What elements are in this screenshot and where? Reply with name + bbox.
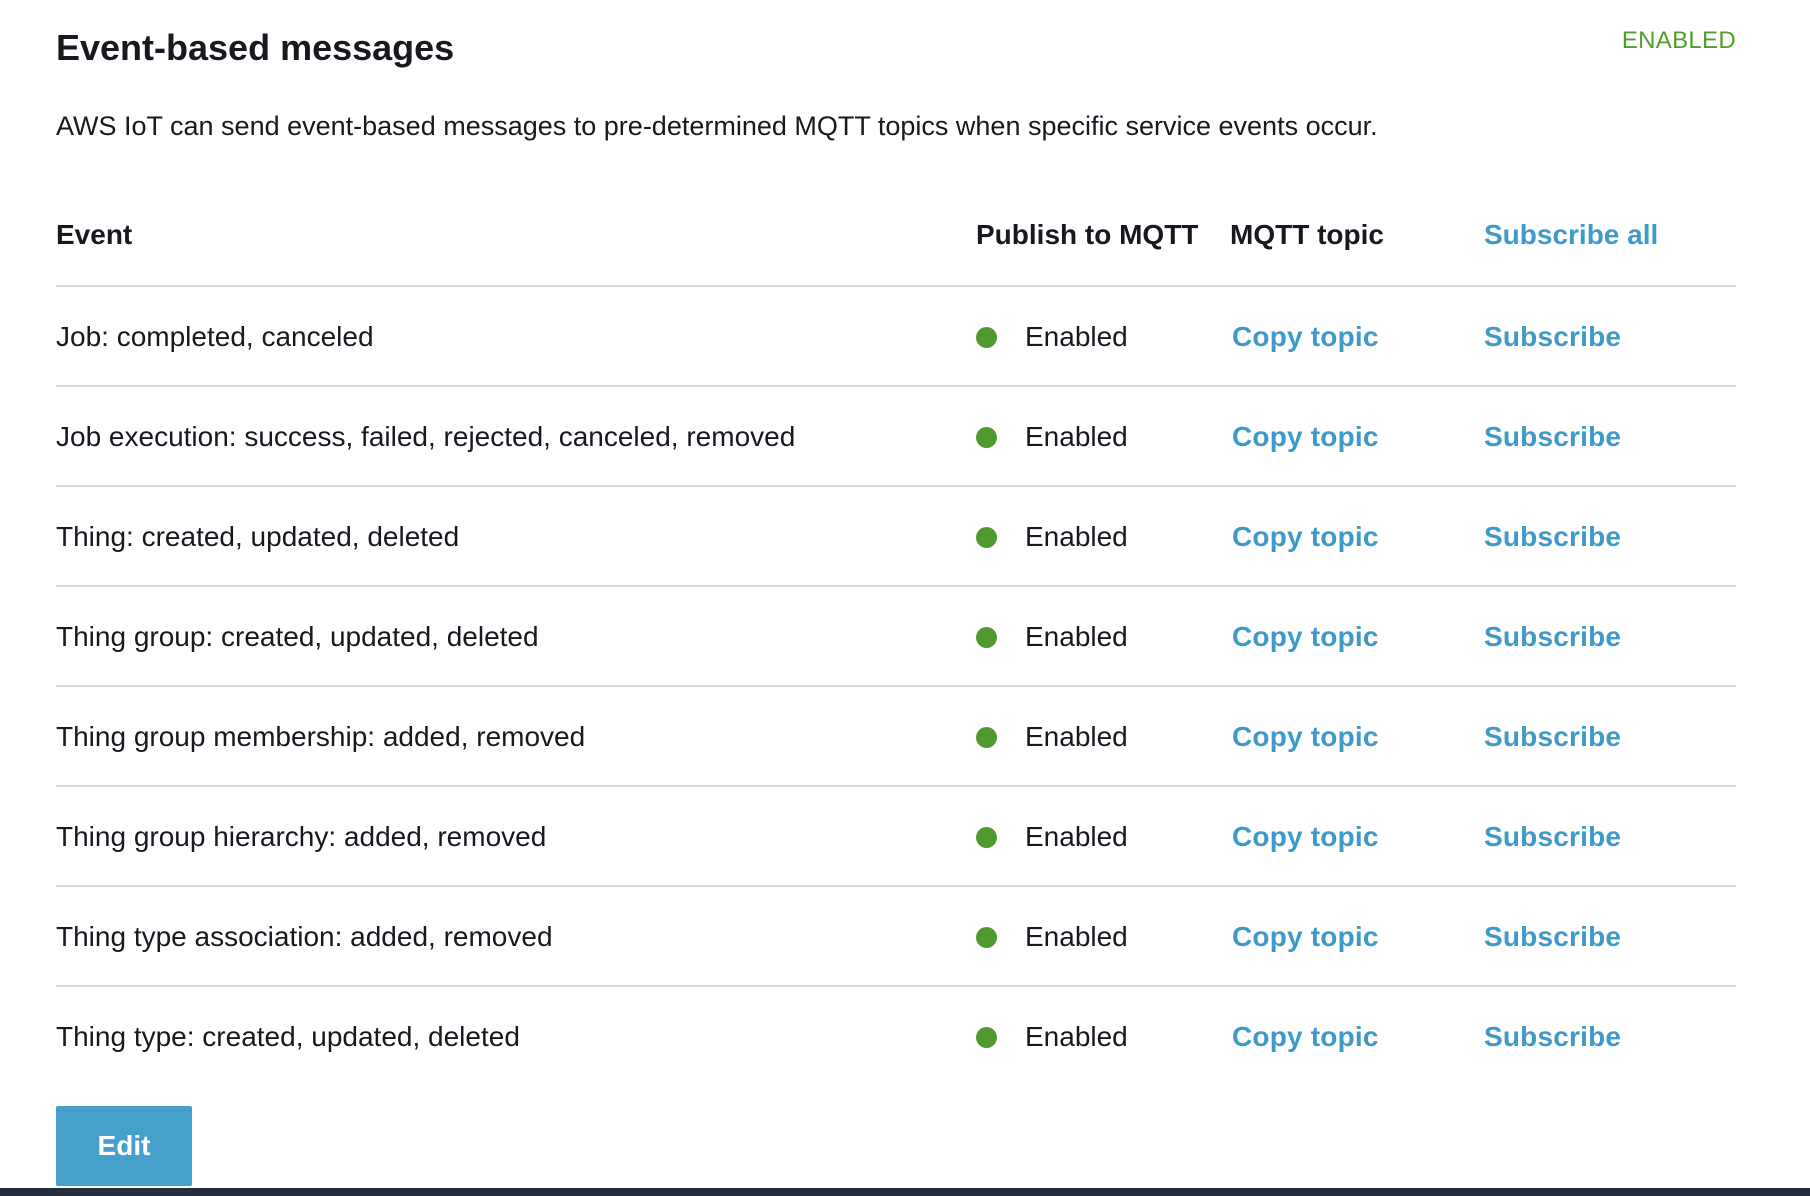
panel-description: AWS IoT can send event-based messages to…	[56, 111, 1378, 141]
event-name: Thing group membership: added, removed	[56, 721, 586, 752]
copy-topic-cell: Copy topic	[1232, 587, 1472, 687]
publish-status-label: Enabled	[1025, 1021, 1128, 1052]
event-name: Thing type association: added, removed	[56, 921, 553, 952]
column-header-topic: MQTT topic	[1230, 219, 1384, 250]
copy-topic-cell: Copy topic	[1232, 987, 1472, 1087]
status-dot-icon	[976, 726, 997, 748]
subscribe-cell: Subscribe	[1484, 587, 1724, 687]
subscribe-link[interactable]: Subscribe	[1484, 419, 1621, 455]
subscribe-link[interactable]: Subscribe	[1484, 319, 1621, 355]
event-messages-panel: Event-based messages ENABLED AWS IoT can…	[0, 0, 1810, 1188]
subscribe-cell: Subscribe	[1484, 787, 1724, 887]
copy-topic-cell: Copy topic	[1232, 887, 1472, 987]
bottom-bar	[0, 1188, 1810, 1196]
subscribe-cell: Subscribe	[1484, 287, 1724, 387]
event-name: Thing group hierarchy: added, removed	[56, 821, 547, 852]
publish-status: Enabled	[976, 687, 1216, 787]
table-row: Job execution: success, failed, rejected…	[56, 387, 1736, 487]
publish-status: Enabled	[976, 487, 1216, 587]
subscribe-link[interactable]: Subscribe	[1484, 719, 1621, 755]
subscribe-cell: Subscribe	[1484, 887, 1724, 987]
event-name: Job: completed, canceled	[56, 321, 374, 352]
subscribe-link[interactable]: Subscribe	[1484, 919, 1621, 955]
publish-status: Enabled	[976, 587, 1216, 687]
publish-status-label: Enabled	[1025, 421, 1128, 452]
copy-topic-link[interactable]: Copy topic	[1232, 1019, 1379, 1055]
status-dot-icon	[976, 426, 997, 448]
status-dot-icon	[976, 526, 997, 548]
table-row: Thing group membership: added, removed En…	[56, 687, 1736, 787]
status-dot-icon	[976, 326, 997, 348]
publish-status: Enabled	[976, 987, 1216, 1087]
copy-topic-cell: Copy topic	[1232, 387, 1472, 487]
status-dot-icon	[976, 626, 997, 648]
copy-topic-link[interactable]: Copy topic	[1232, 519, 1379, 555]
subscribe-link[interactable]: Subscribe	[1484, 519, 1621, 555]
publish-status-label: Enabled	[1025, 721, 1128, 752]
publish-status-label: Enabled	[1025, 521, 1128, 552]
status-dot-icon	[976, 926, 997, 948]
publish-status-label: Enabled	[1025, 321, 1128, 352]
table-row: Thing group: created, updated, deleted En…	[56, 587, 1736, 687]
panel-title: Event-based messages	[56, 27, 455, 68]
column-header-publish: Publish to MQTT	[976, 219, 1199, 250]
table-row: Thing group hierarchy: added, removed Ena…	[56, 787, 1736, 887]
edit-button[interactable]: Edit	[56, 1106, 192, 1186]
copy-topic-cell: Copy topic	[1232, 787, 1472, 887]
copy-topic-link[interactable]: Copy topic	[1232, 819, 1379, 855]
copy-topic-link[interactable]: Copy topic	[1232, 719, 1379, 755]
subscribe-link[interactable]: Subscribe	[1484, 1019, 1621, 1055]
copy-topic-cell: Copy topic	[1232, 687, 1472, 787]
publish-status-label: Enabled	[1025, 621, 1128, 652]
copy-topic-cell: Copy topic	[1232, 487, 1472, 587]
subscribe-cell: Subscribe	[1484, 387, 1724, 487]
publish-status: Enabled	[976, 287, 1216, 387]
table-header-row: Event Publish to MQTT MQTT topic Subscri…	[56, 200, 1736, 287]
panel-status-badge: ENABLED	[1621, 27, 1736, 54]
status-dot-icon	[976, 1026, 997, 1048]
table-body: Job: completed, canceled Enabled Copy topi…	[56, 287, 1736, 1087]
subscribe-cell: Subscribe	[1484, 487, 1724, 587]
status-dot-icon	[976, 826, 997, 848]
publish-status-label: Enabled	[1025, 821, 1128, 852]
publish-status: Enabled	[976, 787, 1216, 887]
panel-header: Event-based messages ENABLED	[56, 26, 1736, 76]
page: Event-based messages ENABLED AWS IoT can…	[0, 0, 1810, 1196]
subscribe-cell: Subscribe	[1484, 687, 1724, 787]
column-header-event: Event	[56, 219, 133, 250]
copy-topic-link[interactable]: Copy topic	[1232, 419, 1379, 455]
events-table: Event Publish to MQTT MQTT topic Subscri…	[56, 200, 1736, 1087]
subscribe-link[interactable]: Subscribe	[1484, 819, 1621, 855]
subscribe-all-link[interactable]: Subscribe all	[1484, 216, 1658, 254]
table-row: Thing type association: added, removed En…	[56, 887, 1736, 987]
publish-status: Enabled	[976, 387, 1216, 487]
event-name: Thing group: created, updated, deleted	[56, 621, 539, 652]
table-row: Job: completed, canceled Enabled Copy topi…	[56, 287, 1736, 387]
subscribe-link[interactable]: Subscribe	[1484, 619, 1621, 655]
copy-topic-link[interactable]: Copy topic	[1232, 319, 1379, 355]
publish-status: Enabled	[976, 887, 1216, 987]
copy-topic-cell: Copy topic	[1232, 287, 1472, 387]
event-name: Job execution: success, failed, rejected…	[56, 421, 796, 452]
publish-status-label: Enabled	[1025, 921, 1128, 952]
event-name: Thing: created, updated, deleted	[56, 521, 460, 552]
copy-topic-link[interactable]: Copy topic	[1232, 619, 1379, 655]
copy-topic-link[interactable]: Copy topic	[1232, 919, 1379, 955]
table-row: Thing: created, updated, deleted Enabled C…	[56, 487, 1736, 587]
table-row: Thing type: created, updated, deleted Ena…	[56, 987, 1736, 1087]
subscribe-cell: Subscribe	[1484, 987, 1724, 1087]
event-name: Thing type: created, updated, deleted	[56, 1021, 520, 1052]
